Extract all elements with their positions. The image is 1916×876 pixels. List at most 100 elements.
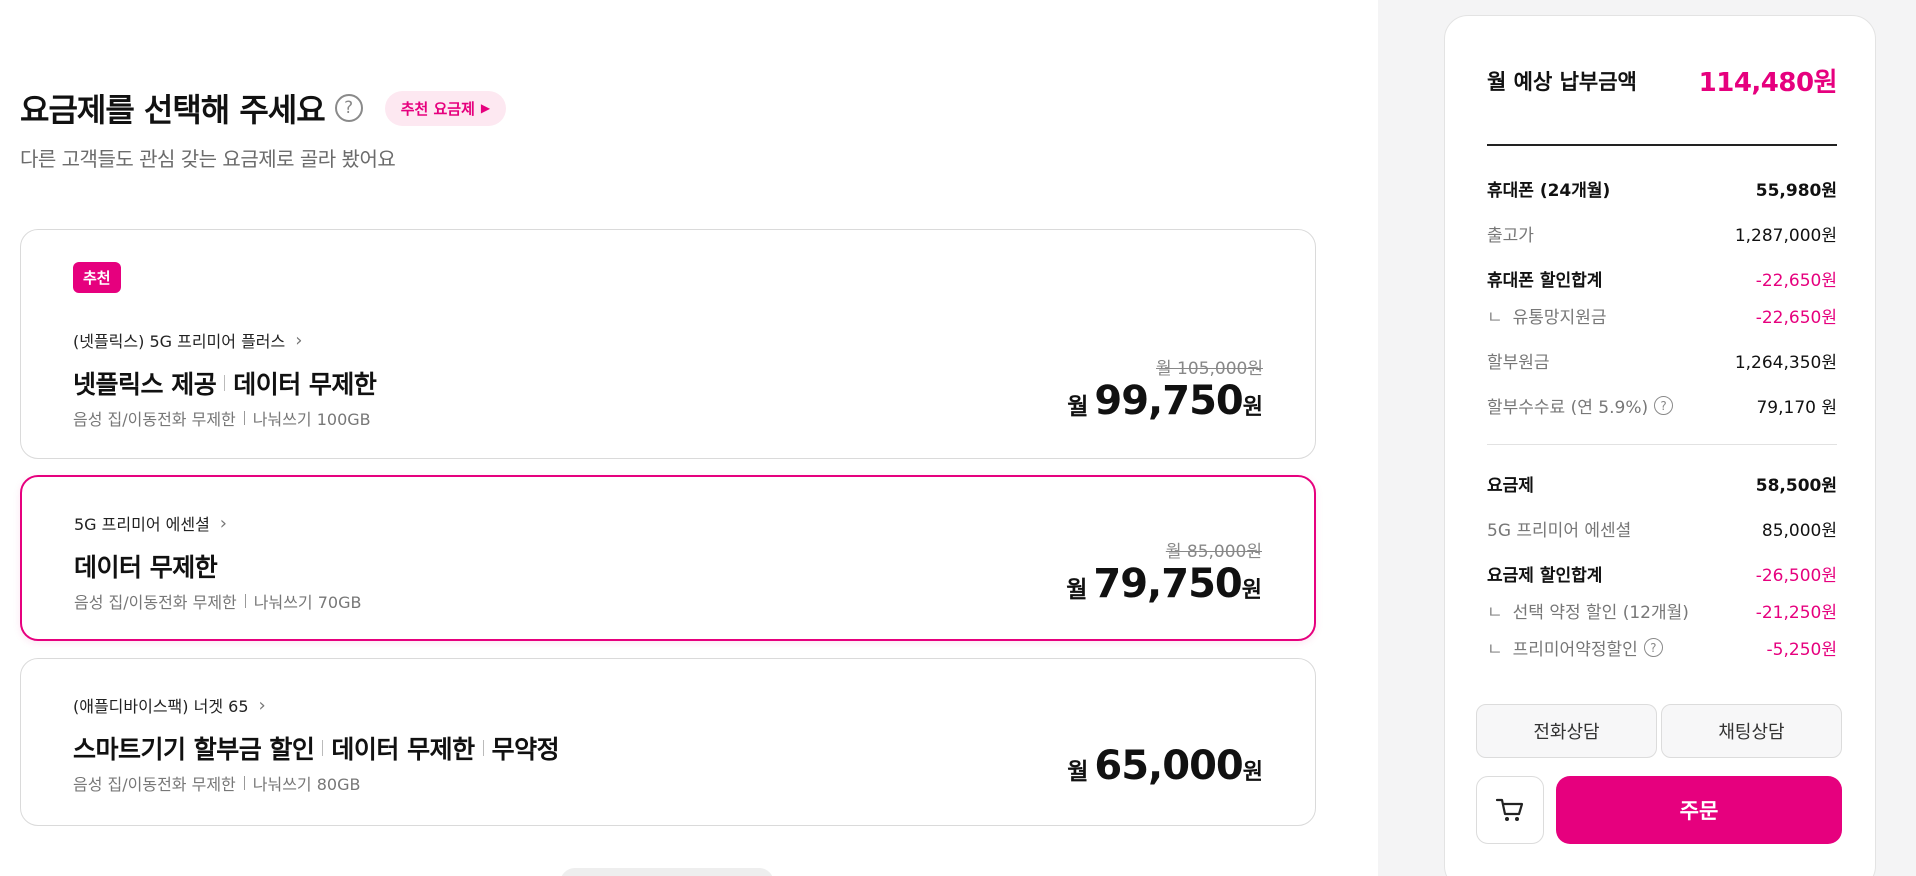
summary-divider: [1487, 444, 1837, 445]
summary-row-contract-discount: ㄴ 선택 약정 할인 (12개월) -21,250원: [1487, 598, 1837, 623]
plan-headline: 넷플릭스 제공 데이터 무제한: [73, 365, 377, 401]
summary-row-plan-discount: 요금제 할인합계 -26,500원: [1487, 561, 1837, 586]
monthly-estimate-label: 월 예상 납부금액: [1487, 69, 1637, 94]
plan-name-link[interactable]: (넷플릭스) 5G 프리미어 플러스 ›: [73, 328, 302, 352]
row-value: 85,000원: [1761, 521, 1837, 541]
plan-name: (넷플릭스) 5G 프리미어 플러스: [73, 332, 286, 351]
divider: [243, 776, 245, 790]
row-label: ㄴ 유통망지원금: [1487, 303, 1606, 328]
shopping-cart-icon: [1495, 798, 1524, 821]
summary-row-phone: 휴대폰 (24개월) 55,980원: [1487, 176, 1837, 201]
price-prefix: 월: [1067, 394, 1089, 420]
plan-feature: 스마트기기 할부금 할인: [73, 735, 315, 764]
plan-headline: 스마트기기 할부금 할인 데이터 무제한 무약정: [73, 730, 560, 766]
row-value: -5,250원: [1766, 640, 1837, 660]
summary-row-installment-fee: 할부수수료 (연 5.9%) ? 79,170 원: [1487, 393, 1837, 418]
plan-voice: 음성 집/이동전화 무제한: [73, 410, 236, 429]
row-label: 휴대폰 (24개월): [1487, 181, 1611, 201]
plan-card[interactable]: 추천 (넷플릭스) 5G 프리미어 플러스 › 넷플릭스 제공 데이터 무제한 …: [20, 229, 1316, 459]
summary-row-plan: 요금제 58,500원: [1487, 471, 1837, 496]
summary-row-installment-principal: 할부원금 1,264,350원: [1487, 348, 1837, 373]
plan-sharing: 나눠쓰기 100GB: [252, 410, 371, 429]
page-title: 요금제를 선택해 주세요: [20, 91, 326, 129]
row-value: -21,250원: [1755, 603, 1837, 623]
row-label: 휴대폰 할인합계: [1487, 271, 1603, 291]
divider: [244, 594, 246, 608]
cart-button[interactable]: [1476, 776, 1544, 844]
summary-row-premier-discount: ㄴ 프리미어약정할인 ? -5,250원: [1487, 635, 1837, 660]
plan-name-link[interactable]: (애플디바이스팩) 너겟 65 ›: [73, 693, 266, 717]
divider: [322, 740, 324, 756]
plan-voice: 음성 집/이동전화 무제한: [74, 593, 237, 612]
chevron-right-icon: ›: [219, 512, 227, 534]
plan-voice: 음성 집/이동전화 무제한: [73, 775, 236, 794]
recommended-plans-chip[interactable]: 추천 요금제 ▶: [384, 90, 507, 126]
sub-item-marker: ㄴ: [1487, 308, 1503, 328]
summary-row-plan-name: 5G 프리미어 에센셜 85,000원: [1487, 516, 1837, 541]
row-value: -22,650원: [1755, 308, 1837, 328]
price-amount: 65,000: [1094, 743, 1243, 789]
plan-price: 월 65,000 원: [1067, 743, 1263, 789]
plan-name: 5G 프리미어 에센셜: [74, 515, 210, 534]
row-label: 할부수수료 (연 5.9%) ?: [1487, 393, 1674, 418]
plan-feature: 넷플릭스 제공: [73, 370, 217, 399]
chevron-right-icon: ›: [258, 694, 266, 716]
recommended-badge: 추천: [73, 262, 121, 293]
plan-card[interactable]: (애플디바이스팩) 너겟 65 › 스마트기기 할부금 할인 데이터 무제한 무…: [20, 658, 1316, 826]
divider: [482, 740, 484, 756]
chat-consult-button[interactable]: 채팅상담: [1661, 704, 1842, 758]
plan-feature: 무약정: [491, 735, 560, 764]
row-label: 요금제: [1487, 476, 1534, 496]
plan-card-selected[interactable]: 5G 프리미어 에센셜 › 데이터 무제한 음성 집/이동전화 무제한 나눠쓰기…: [20, 475, 1316, 641]
price-prefix: 월: [1066, 577, 1088, 603]
sub-item-marker: ㄴ: [1487, 640, 1503, 660]
row-value: 1,264,350원: [1734, 353, 1837, 373]
price-suffix: 원: [1242, 760, 1263, 785]
plan-sharing: 나눠쓰기 70GB: [253, 593, 362, 612]
chevron-right-icon: ›: [295, 329, 303, 351]
help-icon[interactable]: ?: [334, 94, 363, 122]
row-value: -22,650원: [1755, 271, 1837, 291]
plan-description: 음성 집/이동전화 무제한 나눠쓰기 80GB: [73, 771, 360, 795]
plan-headline: 데이터 무제한: [74, 548, 218, 584]
original-price: 월 85,000원: [1165, 542, 1262, 562]
more-plans-button[interactable]: [560, 868, 774, 876]
summary-row-distribution-subsidy: ㄴ 유통망지원금 -22,650원: [1487, 303, 1837, 328]
row-label: ㄴ 선택 약정 할인 (12개월): [1487, 598, 1689, 623]
row-label-text: 선택 약정 할인 (12개월): [1512, 603, 1689, 623]
order-button[interactable]: 주문: [1556, 776, 1842, 844]
title-row: 요금제를 선택해 주세요 ? 추천 요금제 ▶: [20, 85, 507, 131]
plan-name-link[interactable]: 5G 프리미어 에센셜 ›: [74, 511, 227, 535]
plan-name: (애플디바이스팩) 너겟 65: [73, 697, 249, 716]
row-label: 출고가: [1487, 226, 1534, 246]
row-label-text: 프리미어약정할인: [1512, 640, 1638, 660]
plan-price: 월 99,750 원: [1067, 378, 1263, 424]
row-label: 5G 프리미어 에센셜: [1487, 521, 1632, 541]
plan-feature: 데이터 무제한: [74, 553, 218, 582]
plan-sharing: 나눠쓰기 80GB: [252, 775, 361, 794]
summary-row-release-price: 출고가 1,287,000원: [1487, 221, 1837, 246]
row-value: 1,287,000원: [1734, 226, 1837, 246]
row-value: 79,170 원: [1756, 398, 1837, 418]
row-value: 55,980원: [1755, 181, 1837, 201]
phone-consult-button[interactable]: 전화상담: [1476, 704, 1657, 758]
monthly-estimate-total: 114,480원: [1698, 68, 1838, 98]
divider: [224, 375, 226, 391]
summary-divider: [1487, 144, 1837, 146]
help-icon[interactable]: ?: [1643, 638, 1663, 657]
price-suffix: 원: [1241, 578, 1262, 603]
plan-description: 음성 집/이동전화 무제한 나눠쓰기 70GB: [74, 589, 361, 613]
row-label-text: 유통망지원금: [1512, 308, 1607, 328]
help-icon[interactable]: ?: [1654, 396, 1674, 415]
price-suffix: 원: [1242, 395, 1263, 420]
price-amount: 99,750: [1094, 378, 1243, 424]
plan-price: 월 79,750 원: [1066, 561, 1262, 607]
row-label: 할부원금: [1487, 353, 1550, 373]
recommended-plans-label: 추천 요금제: [400, 99, 475, 118]
row-label-text: 할부수수료 (연 5.9%): [1487, 398, 1649, 418]
price-amount: 79,750: [1093, 561, 1242, 607]
row-label: 요금제 할인합계: [1487, 566, 1603, 586]
row-value: -26,500원: [1755, 566, 1837, 586]
play-arrow-icon: ▶: [480, 101, 491, 115]
original-price: 월 105,000원: [1156, 359, 1263, 379]
